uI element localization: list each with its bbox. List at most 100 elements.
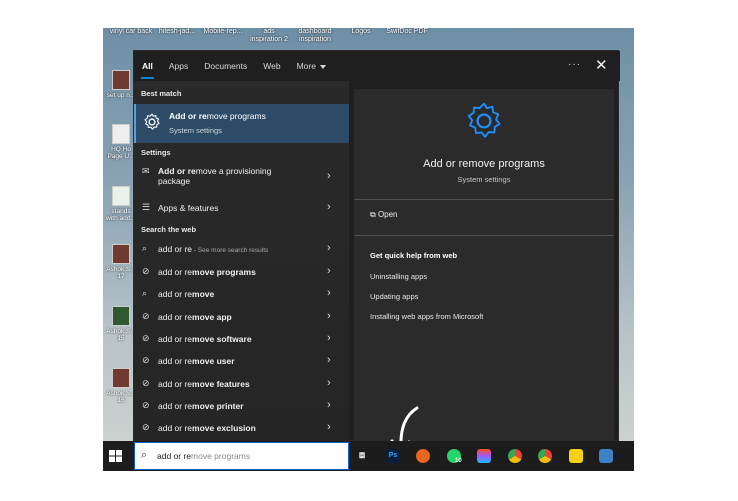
open-icon: ⧉ [370,210,378,219]
see-more-text: - See more search results [192,247,269,254]
result-label: add or remove exclusion [158,423,256,433]
result-label: add or remove [158,289,214,299]
completion-text: move user [192,356,235,366]
autocomplete-text: move programs [191,451,251,461]
desktop-thumb [112,244,130,264]
desktop-icon-label: HQ Ho Page U... [107,146,135,160]
notification-badge: 10 [455,458,462,464]
search-web-icon: ⊘ [142,400,150,410]
windows-start-icon[interactable] [105,447,127,465]
photos-icon[interactable] [599,449,613,463]
result-label: add or remove user [158,356,235,366]
tab-more[interactable]: More [289,51,334,81]
more-options-icon[interactable]: ··· [568,59,581,70]
typed-prefix: add or re [158,334,193,344]
chevron-right-icon[interactable]: › [327,377,331,389]
start-search-panel: All Apps Documents Web More ··· ✕ Best m… [133,50,620,442]
desktop-icon-label: stands with add... [106,208,136,222]
tab-web[interactable]: Web [255,51,288,81]
result-label: add or remove software [158,334,252,344]
tab-documents[interactable]: Documents [196,51,255,81]
figma-icon[interactable] [477,449,491,463]
chevron-right-icon[interactable]: › [327,265,331,277]
section-search-web: Search the web [141,225,197,234]
tab-apps[interactable]: Apps [161,51,196,81]
desktop-icon[interactable]: Logos [339,28,383,50]
chevron-right-icon[interactable]: › [327,399,331,411]
chevron-right-icon[interactable]: › [327,242,331,254]
help-link[interactable]: Installing web apps from Microsoft [370,312,483,321]
firefox-icon[interactable] [416,449,430,463]
desktop-thumb [112,306,130,326]
search-web-icon: ⊘ [142,266,150,276]
help-link[interactable]: Uninstalling apps [370,272,427,281]
result-label: add or remove features [158,379,250,389]
desktop-thumb [112,368,130,388]
desktop-icon-label: set up n... [106,92,136,99]
best-match-subtitle: System settings [169,126,222,135]
preview-subtitle: System settings [457,175,511,184]
typed-prefix: Add or re [158,166,196,176]
open-button[interactable]: ⧉ Open [370,210,398,220]
result-label: add or remove app [158,312,232,322]
settings-result[interactable]: ✉ Add or remove a provisioning package › [134,161,349,193]
completion-text: move programs [192,267,256,277]
gear-icon [467,102,501,138]
web-result[interactable]: ⊘ add or remove user › [134,350,349,372]
whatsapp-icon[interactable]: 10 [447,449,462,464]
chevron-right-icon[interactable]: › [327,287,331,299]
web-result[interactable]: ⊘ add or remove features › [134,373,349,395]
web-result[interactable]: ⊘ add or remove printer › [134,395,349,417]
typed-prefix: Add or re [169,111,207,121]
search-web-icon: ⊘ [142,422,150,432]
web-result[interactable]: ⊘ add or remove app › [134,306,349,328]
web-result[interactable]: ⊘ add or remove software › [134,328,349,350]
chevron-right-icon[interactable]: › [327,354,331,366]
desktop-thumb [112,124,130,144]
best-match-result[interactable]: Add or remove programs System settings [134,104,349,143]
desktop-icon[interactable]: dashboard inspiration [293,28,337,50]
chrome-profile-icon[interactable] [538,449,552,463]
typed-prefix: add or re [158,379,193,389]
desktop-icon[interactable]: ads inspiration 2 [247,28,291,50]
tab-all[interactable]: All [134,51,161,81]
chevron-right-icon[interactable]: › [327,170,331,182]
result-label: add or remove programs [158,267,256,277]
search-icon: ⌕ [141,449,148,461]
chevron-right-icon[interactable]: › [327,421,331,433]
typed-prefix: add or re [158,423,193,433]
result-label: Apps & features [158,203,219,213]
search-web-icon: ⊘ [142,333,150,343]
desktop-icon[interactable]: Mobile-rep... [201,28,245,50]
search-web-icon: ⊘ [142,311,150,321]
close-icon[interactable]: ✕ [595,56,608,74]
sticky-notes-icon[interactable] [569,449,583,463]
web-result[interactable]: ⊘ add or remove exclusion › [134,417,349,439]
taskbar-search-input[interactable]: ⌕ add or remove programs [134,442,349,470]
chevron-right-icon[interactable]: › [327,332,331,344]
result-label: add or re - See more search results [158,244,268,254]
completion-text: move exclusion [192,423,256,433]
typed-prefix: add or re [158,244,193,254]
completion-text: move app [192,312,232,322]
divider [354,235,614,236]
completion-text: move a provisioning [195,166,272,176]
help-link[interactable]: Updating apps [370,292,418,301]
photoshop-icon[interactable]: Ps [386,449,400,463]
web-result[interactable]: ⌕ add or remove › [134,283,349,305]
chrome-icon[interactable] [508,449,522,463]
task-view-icon[interactable]: ⧈ [355,449,369,463]
search-icon: ⌕ [142,243,148,253]
chevron-right-icon[interactable]: › [327,201,331,213]
chevron-right-icon[interactable]: › [327,310,331,322]
web-result[interactable]: ⊘ add or remove programs › [134,261,349,283]
apps-features-icon: ☰ [142,202,151,212]
desktop-icon[interactable]: SwifDoc PDF [385,28,429,50]
desktop-icon[interactable]: vinyl car back [109,28,153,50]
settings-result[interactable]: ☰ Apps & features › [134,197,349,219]
desktop-icon[interactable]: hitesh-jad... [155,28,199,50]
web-result[interactable]: ⌕ add or re - See more search results › [134,238,349,260]
open-label: Open [377,210,398,219]
result-label: add or remove printer [158,401,244,411]
desktop-icon-label: Ashok S... 15 [106,328,136,342]
